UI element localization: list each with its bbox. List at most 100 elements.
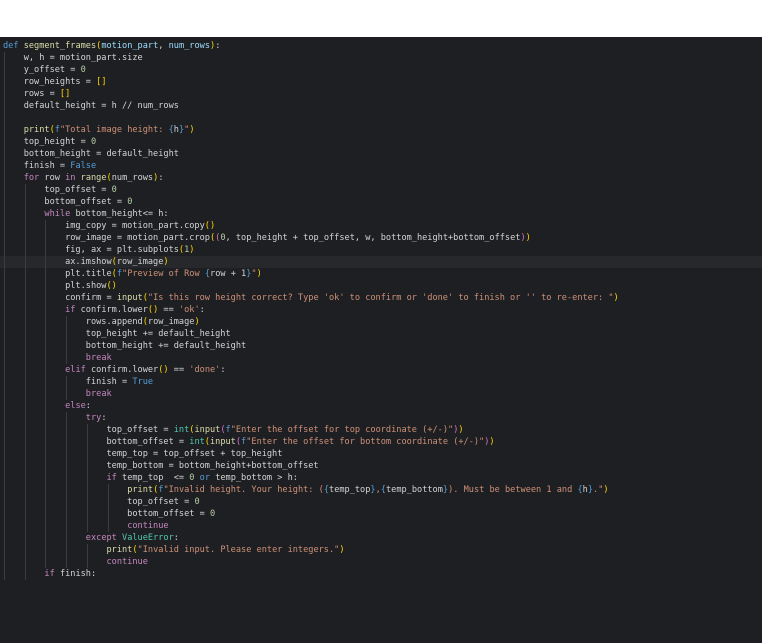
code-line[interactable]: bottom_height = default_height	[0, 148, 179, 160]
code-token: while	[44, 209, 71, 219]
code-token: top_offset =	[3, 497, 195, 507]
code-line[interactable]: temp_top = top_offset + top_height	[0, 448, 282, 460]
code-line[interactable]: try:	[0, 412, 107, 424]
code-token: "Enter the offset for bottom coordinate …	[246, 437, 485, 447]
code-line[interactable]: plt.title(f"Preview of Row {row + 1}")	[0, 268, 262, 280]
code-token: )	[458, 425, 464, 435]
code-line[interactable]: break	[0, 352, 112, 364]
code-token: rows =	[3, 89, 60, 99]
code-token: confirm.lower	[85, 365, 159, 375]
code-line[interactable]: if finish:	[0, 568, 96, 580]
code-line[interactable]: top_offset = 0	[0, 496, 200, 508]
code-line[interactable]: bottom_offset = 0	[0, 196, 132, 208]
code-line[interactable]: print(f"Invalid height. Your height: ({t…	[0, 484, 608, 496]
code-token: :	[101, 413, 107, 423]
code-token: "Total image height:	[59, 125, 169, 135]
code-token: bottom_offset =	[3, 437, 190, 447]
code-token: )	[256, 269, 262, 279]
code-token: 0	[194, 497, 200, 507]
code-token: finish =	[3, 161, 71, 171]
code-line[interactable]: plt.show()	[0, 280, 117, 292]
code-token: True	[132, 377, 154, 387]
code-token: w, h = motion_part.size	[3, 53, 143, 63]
code-area[interactable]: def segment_frames(motion_part, num_rows…	[0, 37, 762, 643]
code-token: break	[85, 389, 112, 399]
code-line[interactable]: def segment_frames(motion_part, num_rows…	[0, 40, 220, 52]
code-token: top_offset =	[3, 185, 112, 195]
code-token: top_height += default_height	[3, 329, 231, 339]
code-line[interactable]: fig, ax = plt.subplots(1)	[0, 244, 194, 256]
code-token: top_height =	[3, 137, 91, 147]
code-token: )	[613, 293, 619, 303]
code-token: temp_bottom > h:	[210, 473, 298, 483]
code-token: bottom_height = default_height	[3, 149, 179, 159]
code-line[interactable]: default_height = h // num_rows	[0, 100, 179, 112]
code-line[interactable]: row_image = motion_part.crop((0, top_hei…	[0, 232, 531, 244]
code-token: 0	[127, 197, 133, 207]
code-line[interactable]: temp_bottom = bottom_height+bottom_offse…	[0, 460, 319, 472]
code-line[interactable]: img_copy = motion_part.copy()	[0, 220, 215, 232]
code-line[interactable]: continue	[0, 556, 147, 568]
code-token: elif	[65, 365, 86, 375]
code-token: :	[199, 305, 205, 315]
code-line[interactable]: top_height += default_height	[0, 328, 231, 340]
code-token: if	[106, 473, 117, 483]
code-line[interactable]: top_offset = int(input(f"Enter the offse…	[0, 424, 464, 436]
code-token: "Enter the offset for top coordinate (+/…	[230, 425, 454, 435]
code-editor[interactable]: def segment_frames(motion_part, num_rows…	[0, 37, 762, 643]
code-token: int	[173, 425, 190, 435]
code-token: except	[85, 533, 117, 543]
code-token: num_rows	[111, 173, 154, 183]
code-token: 'done'	[189, 365, 221, 375]
code-token: )	[339, 545, 345, 555]
code-token: print	[23, 125, 50, 135]
code-token: temp_bottom = bottom_height+bottom_offse…	[3, 461, 319, 471]
code-line[interactable]: w, h = motion_part.size	[0, 52, 143, 64]
code-token: int	[189, 437, 205, 447]
code-line[interactable]: break	[0, 388, 112, 400]
code-token: )	[194, 317, 200, 327]
code-token: row	[39, 173, 66, 183]
code-line[interactable]: except ValueError:	[0, 532, 179, 544]
code-line[interactable]: rows = []	[0, 88, 71, 100]
code-token: "Invalid height. Your height: (	[163, 485, 324, 495]
code-line[interactable]: rows.append(row_image)	[0, 316, 200, 328]
code-token: 0	[209, 509, 216, 519]
code-token: 0	[111, 185, 117, 195]
indent-guide	[86, 424, 88, 532]
code-line[interactable]: finish = False	[0, 160, 96, 172]
code-line[interactable]: for row in range(num_rows):	[0, 172, 164, 184]
code-token: :	[173, 533, 179, 543]
code-line[interactable]: if confirm.lower() == 'ok':	[0, 304, 205, 316]
code-token: "Is this row height correct? Type 'ok' t…	[147, 293, 614, 303]
code-line[interactable]: bottom_height += default_height	[0, 340, 246, 352]
code-line[interactable]: y_offset = 0	[0, 64, 86, 76]
code-line[interactable]: row_heights = []	[0, 76, 107, 88]
code-line[interactable]: bottom_offset = int(input(f"Enter the of…	[0, 436, 494, 448]
code-line[interactable]: ax.imshow(row_image)	[0, 256, 762, 268]
code-token: , top_height + top_offset, w, bottom_hei…	[225, 233, 521, 243]
code-line[interactable]: print(f"Total image height: {h}")	[0, 124, 195, 136]
code-line[interactable]: print("Invalid input. Please enter integ…	[0, 544, 345, 556]
code-line[interactable]: top_height = 0	[0, 136, 96, 148]
code-token: temp_top <=	[116, 473, 190, 483]
code-line[interactable]: top_offset = 0	[0, 184, 117, 196]
code-token: row + 1	[210, 269, 247, 279]
code-token: :	[158, 173, 164, 183]
code-token: )	[189, 125, 195, 135]
code-line[interactable]: elif confirm.lower() == 'done':	[0, 364, 225, 376]
code-line[interactable]	[0, 112, 3, 124]
code-token: segment_frames	[23, 41, 97, 51]
code-token: bottom_offset =	[3, 509, 210, 519]
code-token: ). Must be between 1 and	[448, 485, 578, 495]
code-token: else	[65, 401, 86, 411]
code-token: finish =	[3, 377, 133, 387]
code-line[interactable]: finish = True	[0, 376, 153, 388]
code-line[interactable]: confirm = input("Is this row height corr…	[0, 292, 619, 304]
code-token: fig, ax = plt.subplots	[3, 245, 179, 255]
